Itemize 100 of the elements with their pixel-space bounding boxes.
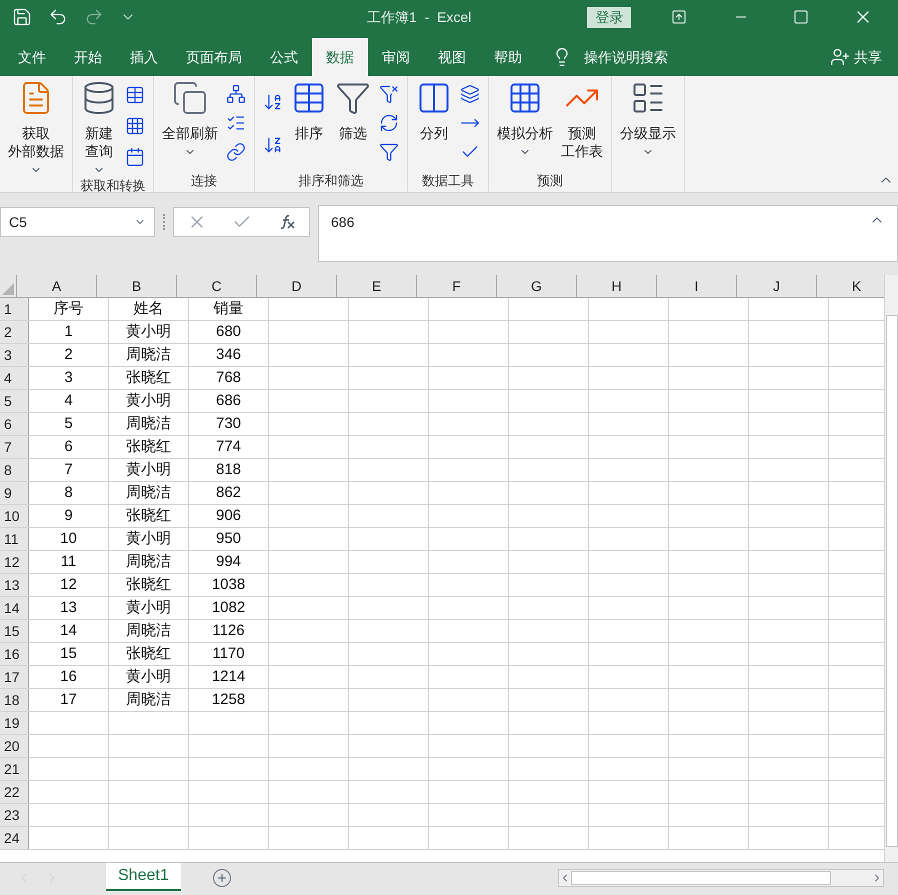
formula-field[interactable]: 686 [318, 205, 898, 262]
column-header[interactable]: H [577, 275, 657, 297]
window-title: 工作簿1 - Excel [367, 8, 472, 26]
ribbon-button[interactable]: 分列 [412, 76, 456, 170]
ribbon-button[interactable]: 新建 查询 [77, 76, 121, 176]
ribbon-tab[interactable]: 页面布局 [172, 38, 256, 76]
row-header[interactable]: 3 [0, 344, 29, 366]
table-cell: 6 [64, 438, 73, 455]
table-cell: 张晓红 [126, 507, 171, 524]
row-header[interactable]: 13 [0, 574, 29, 596]
ribbon-tab[interactable]: 公式 [256, 38, 312, 76]
row-header[interactable]: 17 [0, 666, 29, 688]
ribbon-button[interactable]: 排序 [287, 76, 331, 170]
table-cell: 黄小明 [126, 392, 171, 409]
row-header[interactable]: 16 [0, 643, 29, 665]
sort-ascending-icon[interactable] [263, 92, 283, 112]
table-cell: 销量 [214, 300, 244, 317]
name-box[interactable]: C5 [0, 207, 155, 237]
column-header[interactable]: A [17, 275, 97, 297]
horizontal-scrollbar[interactable] [558, 869, 884, 887]
row-header[interactable]: 18 [0, 689, 29, 711]
table-cell: 13 [60, 599, 77, 616]
tell-me-search[interactable]: 操作说明搜索 [584, 46, 668, 68]
row-header[interactable]: 12 [0, 551, 29, 573]
column-header[interactable]: D [257, 275, 337, 297]
ribbon-button[interactable]: 全部刷新 [158, 76, 222, 170]
table-cell: 黄小明 [126, 530, 171, 547]
column-header[interactable]: E [337, 275, 417, 297]
grid-icon[interactable] [125, 116, 145, 136]
row-header[interactable]: 22 [0, 781, 29, 803]
table-cell: 张晓红 [126, 438, 171, 455]
sort-descending-icon[interactable] [263, 134, 283, 154]
table-cell: 9 [64, 507, 73, 524]
column-header[interactable]: C [177, 275, 257, 297]
row-header[interactable]: 14 [0, 597, 29, 619]
row-header[interactable]: 1 [0, 298, 29, 320]
table-cell: 768 [216, 369, 242, 386]
ribbon-display-icon[interactable] [671, 9, 688, 25]
sign-in-button[interactable]: 登录 [587, 6, 632, 28]
ribbon-button[interactable]: 分级显示 [616, 76, 680, 170]
share-button[interactable]: 共享 [830, 38, 882, 76]
clear-filter-icon[interactable] [379, 84, 399, 104]
table-cell: 周晓洁 [126, 346, 171, 363]
ribbon-tab[interactable]: 插入 [116, 38, 172, 76]
row-header[interactable]: 24 [0, 827, 29, 849]
row-header[interactable]: 4 [0, 367, 29, 389]
column-header[interactable]: G [497, 275, 577, 297]
ribbon-tab[interactable]: 视图 [424, 38, 480, 76]
advanced-filter-icon[interactable] [379, 142, 399, 162]
group-label: 获取和转换 [80, 177, 146, 195]
save-icon[interactable] [12, 7, 32, 27]
table-cell: 张晓红 [126, 645, 171, 662]
row-header[interactable]: 11 [0, 528, 29, 550]
sheet-tab[interactable]: Sheet1 [106, 863, 181, 891]
add-sheet-icon[interactable] [212, 869, 231, 887]
row-header[interactable]: 19 [0, 712, 29, 734]
column-header[interactable]: F [417, 275, 497, 297]
table-icon[interactable] [125, 85, 145, 106]
maximize-icon[interactable] [793, 9, 810, 25]
link-icon[interactable] [226, 142, 246, 162]
table-cell: 黄小明 [126, 323, 171, 340]
row-header[interactable]: 20 [0, 735, 29, 757]
table-cell: 10 [60, 530, 77, 547]
row-header[interactable]: 6 [0, 413, 29, 435]
column-header[interactable]: J [737, 275, 817, 297]
row-header[interactable]: 7 [0, 436, 29, 458]
function-icon[interactable] [278, 214, 296, 230]
row-header[interactable]: 2 [0, 321, 29, 343]
group-label: 排序和筛选 [298, 172, 364, 190]
row-header[interactable]: 21 [0, 758, 29, 780]
table-cell: 4 [64, 392, 73, 409]
row-header[interactable]: 15 [0, 620, 29, 642]
row-header[interactable]: 8 [0, 459, 29, 481]
ribbon-tab[interactable]: 开始 [60, 38, 116, 76]
ribbon-tab[interactable]: 帮助 [480, 38, 536, 76]
column-header[interactable]: B [97, 275, 177, 297]
row-header[interactable]: 10 [0, 505, 29, 527]
connections-icon[interactable] [226, 84, 246, 104]
ribbon-button[interactable]: 筛选 [331, 76, 375, 170]
row-header[interactable]: 23 [0, 804, 29, 826]
ribbon-tab[interactable]: 审阅 [368, 38, 424, 76]
vertical-scrollbar[interactable] [884, 275, 898, 862]
ribbon-tab[interactable]: 文件 [4, 38, 60, 76]
calendar-icon[interactable] [125, 146, 145, 167]
table-cell: 周晓洁 [126, 415, 171, 432]
row-header[interactable]: 9 [0, 482, 29, 504]
table-cell: 818 [216, 461, 242, 478]
column-header[interactable]: I [657, 275, 737, 297]
row-header[interactable]: 5 [0, 390, 29, 412]
table-cell: 张晓红 [126, 369, 171, 386]
ribbon-button[interactable]: 模拟分析 [493, 76, 557, 170]
table-cell: 姓名 [134, 300, 164, 317]
table-cell: 1170 [212, 645, 245, 662]
table-cell: 周晓洁 [126, 622, 171, 639]
table-cell: 1258 [212, 691, 246, 708]
reapply-icon[interactable] [379, 112, 399, 133]
ribbon-button[interactable]: 获取 外部数据 [4, 76, 68, 176]
undo-icon[interactable] [48, 7, 68, 27]
ribbon-button[interactable]: 预测 工作表 [557, 76, 607, 170]
ribbon-tab[interactable]: 数据 [312, 38, 368, 76]
